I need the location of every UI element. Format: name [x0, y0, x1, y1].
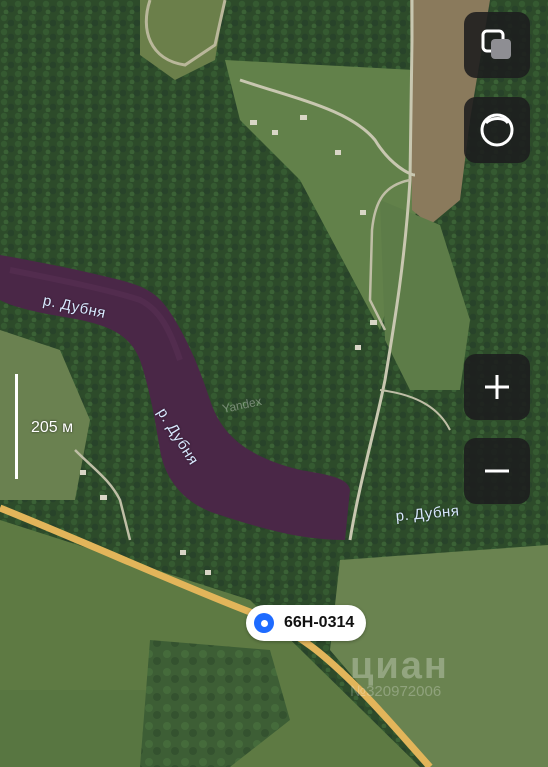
minus-icon — [485, 469, 509, 473]
watermark-id: №320972006 — [350, 683, 442, 700]
road-number: 66Н-0314 — [284, 614, 355, 631]
scale-bar — [15, 374, 18, 479]
layers-icon — [481, 29, 511, 59]
road-badge[interactable]: 66Н-0314 — [246, 605, 367, 641]
watermark: циан — [350, 645, 449, 687]
plus-icon — [485, 375, 509, 399]
location-dot-icon — [254, 613, 274, 633]
zoom-in-button[interactable] — [464, 354, 530, 420]
zoom-out-button[interactable] — [464, 438, 530, 504]
layers-button[interactable] — [464, 12, 530, 78]
scale-label: 205 м — [31, 419, 74, 436]
compass-button[interactable] — [464, 97, 530, 163]
compass-icon — [480, 113, 514, 147]
